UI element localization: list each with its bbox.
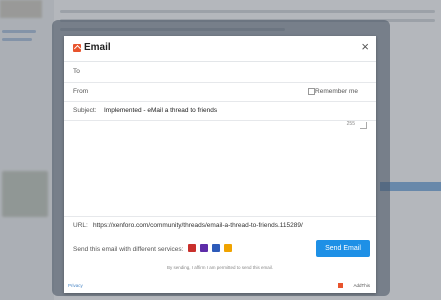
permission-note: By sending, I affirm I am permitted to s…: [167, 265, 273, 270]
addthis-link[interactable]: AddThis: [353, 283, 370, 288]
resize-grip-icon[interactable]: [360, 122, 367, 129]
url-value: https://xenforo.com/community/threads/em…: [93, 222, 303, 229]
addthis-logo-icon: [73, 44, 81, 52]
message-textarea[interactable]: [64, 120, 376, 217]
privacy-link[interactable]: Privacy: [68, 283, 83, 288]
close-icon[interactable]: ×: [361, 40, 369, 54]
dialog-header: Email ×: [64, 36, 376, 62]
outlook-icon[interactable]: [212, 244, 220, 252]
from-field[interactable]: From Remember me: [64, 82, 376, 102]
to-field[interactable]: To: [64, 62, 376, 83]
url-label: URL:: [73, 222, 88, 229]
subject-value: Implemented - eMail a thread to friends: [104, 107, 218, 114]
other-mail-icon[interactable]: [224, 244, 232, 252]
send-email-button[interactable]: Send Email: [316, 240, 370, 257]
yahoo-icon[interactable]: [200, 244, 208, 252]
remember-me-checkbox[interactable]: [308, 88, 315, 95]
dialog-title: Email: [84, 42, 111, 53]
addthis-footer-icon: [338, 283, 343, 288]
subject-field[interactable]: Subject: Implemented - eMail a thread to…: [64, 101, 376, 121]
remember-me-label: Remember me: [315, 88, 358, 95]
email-dialog: Email × To From Remember me Subject: Imp…: [64, 36, 376, 293]
from-label: From: [73, 88, 89, 95]
to-label: To: [73, 68, 80, 75]
subject-label: Subject:: [73, 107, 97, 114]
gmail-icon[interactable]: [188, 244, 196, 252]
services-label: Send this email with different services:: [73, 246, 184, 253]
character-count: 255: [346, 121, 355, 127]
